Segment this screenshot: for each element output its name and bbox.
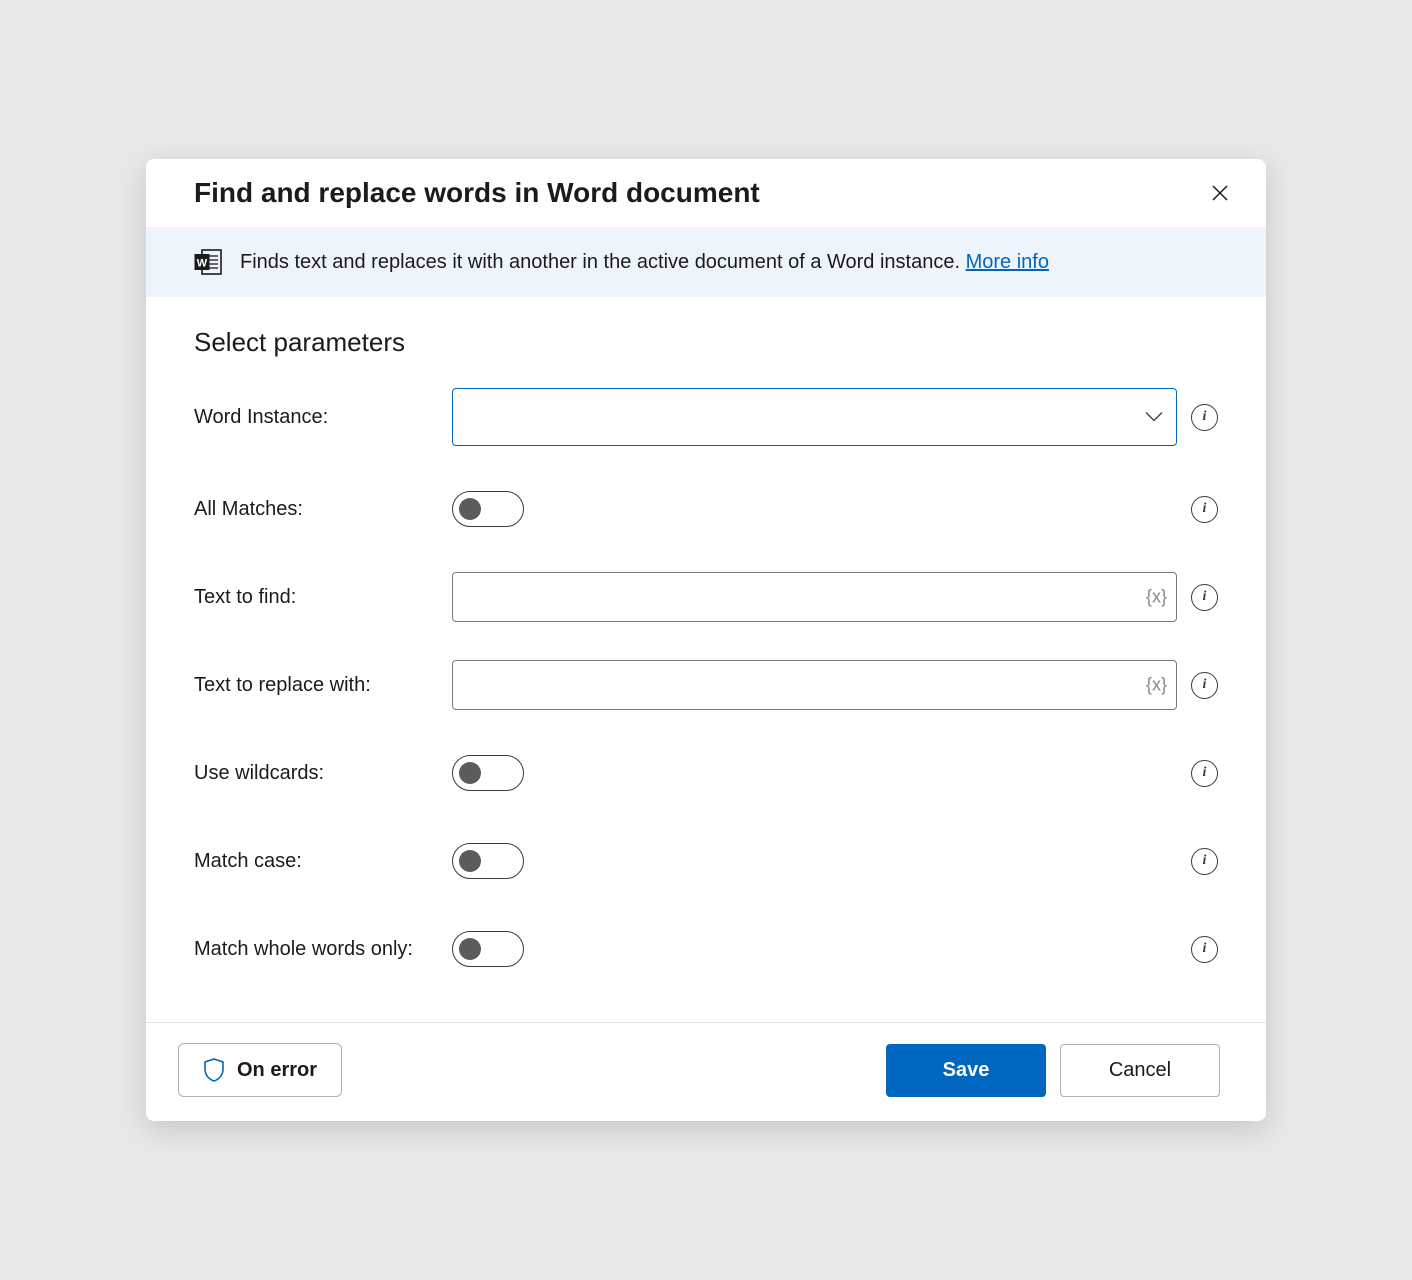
word-instance-label: Word Instance: [194,406,452,429]
close-button[interactable] [1204,177,1236,209]
param-text-to-replace-row: Text to replace with: {x} i [194,660,1218,710]
info-banner: W Finds text and replaces it with anothe… [146,227,1266,297]
match-whole-words-info[interactable]: i [1191,936,1218,963]
toggle-knob [459,762,481,784]
param-match-whole-words-row: Match whole words only: i [194,924,1218,974]
match-case-info[interactable]: i [1191,848,1218,875]
param-all-matches-row: All Matches: i [194,484,1218,534]
info-icon: i [1191,672,1218,699]
word-instance-info[interactable]: i [1191,404,1218,431]
shield-icon [203,1058,225,1082]
match-whole-words-label: Match whole words only: [194,938,452,961]
text-to-replace-info[interactable]: i [1191,672,1218,699]
all-matches-info[interactable]: i [1191,496,1218,523]
text-to-replace-wrapper: {x} [452,660,1177,710]
param-use-wildcards-row: Use wildcards: i [194,748,1218,798]
section-title: Select parameters [194,327,1218,358]
banner-text: Finds text and replaces it with another … [240,251,1049,274]
info-icon: i [1191,936,1218,963]
match-case-toggle[interactable] [452,843,524,879]
dialog: Find and replace words in Word document … [146,159,1266,1121]
text-to-find-wrapper: {x} [452,572,1177,622]
text-to-find-info[interactable]: i [1191,584,1218,611]
dialog-header: Find and replace words in Word document [146,159,1266,227]
param-word-instance-row: Word Instance: i [194,388,1218,446]
match-whole-words-toggle[interactable] [452,931,524,967]
param-match-case-row: Match case: i [194,836,1218,886]
svg-text:W: W [197,258,208,270]
match-case-control [452,843,1177,879]
dialog-body: Select parameters Word Instance: i All M… [146,297,1266,1022]
use-wildcards-info[interactable]: i [1191,760,1218,787]
all-matches-label: All Matches: [194,498,452,521]
text-to-replace-label: Text to replace with: [194,674,452,697]
word-instance-select[interactable] [452,388,1177,446]
word-instance-control [452,388,1177,446]
text-to-find-input[interactable] [452,572,1177,622]
footer-actions: Save Cancel [886,1044,1220,1097]
cancel-button[interactable]: Cancel [1060,1044,1220,1097]
dialog-title: Find and replace words in Word document [194,177,760,209]
info-icon: i [1191,848,1218,875]
toggle-knob [459,850,481,872]
word-icon: W [194,249,222,275]
text-to-find-label: Text to find: [194,586,452,609]
on-error-label: On error [237,1059,317,1082]
info-icon: i [1191,496,1218,523]
all-matches-control [452,491,1177,527]
match-whole-words-control [452,931,1177,967]
text-to-replace-input[interactable] [452,660,1177,710]
match-case-label: Match case: [194,850,452,873]
use-wildcards-control [452,755,1177,791]
more-info-link[interactable]: More info [966,251,1049,273]
dialog-footer: On error Save Cancel [146,1022,1266,1121]
text-to-find-control: {x} [452,572,1177,622]
save-button[interactable]: Save [886,1044,1046,1097]
use-wildcards-toggle[interactable] [452,755,524,791]
all-matches-toggle[interactable] [452,491,524,527]
info-icon: i [1191,584,1218,611]
toggle-knob [459,498,481,520]
use-wildcards-label: Use wildcards: [194,762,452,785]
info-icon: i [1191,760,1218,787]
param-text-to-find-row: Text to find: {x} i [194,572,1218,622]
close-icon [1210,183,1230,203]
word-instance-select-wrapper [452,388,1177,446]
text-to-replace-control: {x} [452,660,1177,710]
toggle-knob [459,938,481,960]
banner-description: Finds text and replaces it with another … [240,251,966,273]
on-error-button[interactable]: On error [178,1043,342,1097]
info-icon: i [1191,404,1218,431]
